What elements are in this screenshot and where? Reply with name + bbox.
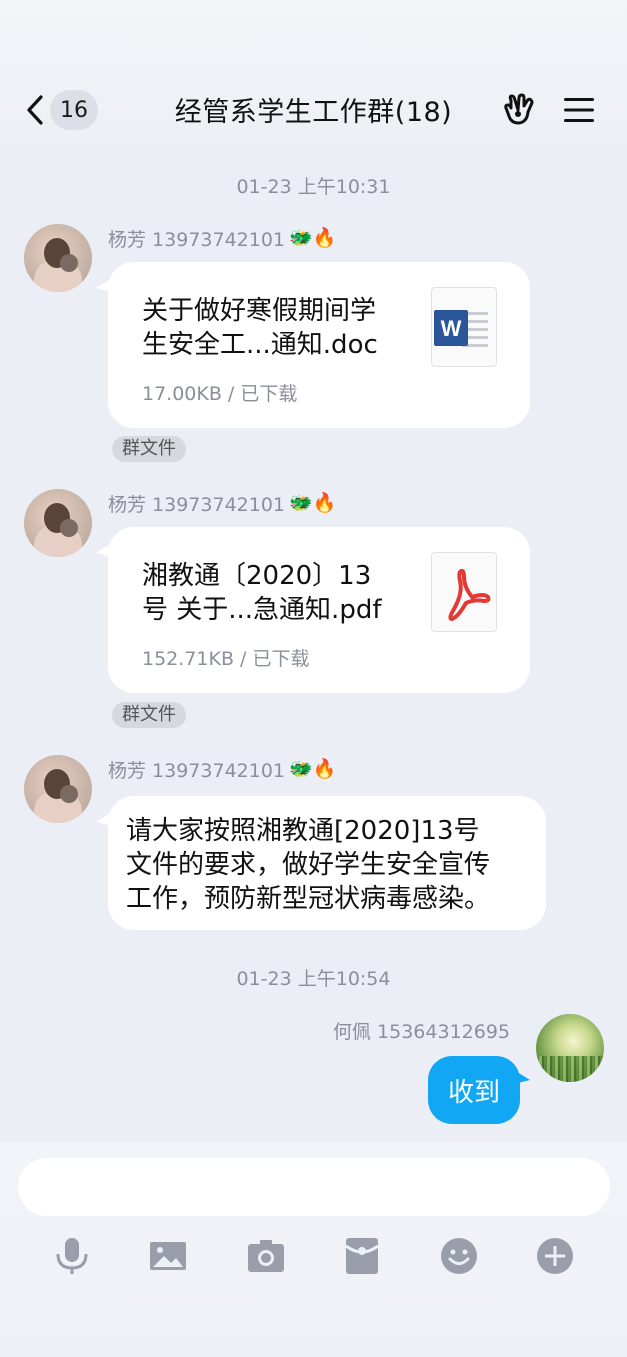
- sender-name: 杨芳 13973742101 🐲🔥: [108, 758, 337, 783]
- file-meta: 152.71KB / 已下载: [142, 648, 310, 670]
- group-file-tag: 群文件: [112, 436, 186, 462]
- chat-header: 16 经管系学生工作群(18): [0, 0, 627, 147]
- message-input[interactable]: [18, 1158, 610, 1216]
- text-message-bubble[interactable]: 请大家按照湘教通[2020]13号 文件的要求，做好学生安全宣传 工作，预防新型…: [108, 796, 546, 930]
- message-timestamp: 01-23 上午10:31: [236, 176, 391, 198]
- image-icon[interactable]: [148, 1236, 188, 1276]
- plus-icon[interactable]: [535, 1236, 575, 1276]
- microphone-icon[interactable]: [52, 1236, 92, 1276]
- sign-language-hand-icon[interactable]: [503, 92, 539, 128]
- sender-name: 杨芳 13973742101 🐲🔥: [108, 492, 337, 517]
- group-file-tag: 群文件: [112, 702, 186, 728]
- avatar[interactable]: [24, 489, 92, 557]
- message-text: 请大家按照湘教通[2020]13号 文件的要求，做好学生安全宣传 工作，预防新型…: [126, 816, 491, 914]
- red-packet-icon[interactable]: [342, 1236, 382, 1276]
- word-doc-icon: W: [431, 287, 497, 367]
- emoji-icon[interactable]: [439, 1236, 479, 1276]
- avatar[interactable]: [24, 755, 92, 823]
- member-badge-icons: 🐲🔥: [289, 758, 337, 780]
- avatar[interactable]: [24, 224, 92, 292]
- file-name: 关于做好寒假期间学 生安全工...通知.doc: [142, 296, 378, 360]
- composer-bar: [0, 1142, 627, 1357]
- avatar[interactable]: [536, 1014, 604, 1082]
- member-badge-icons: 🐲🔥: [289, 227, 337, 249]
- pdf-icon: [431, 552, 497, 632]
- file-name: 湘教通〔2020〕13 号 关于...急通知.pdf: [142, 561, 382, 625]
- menu-icon[interactable]: [562, 95, 596, 125]
- file-meta: 17.00KB / 已下载: [142, 383, 298, 405]
- sender-name: 何佩 15364312695: [333, 1021, 511, 1043]
- file-message-bubble[interactable]: 关于做好寒假期间学 生安全工...通知.doc 17.00KB / 已下载 W: [108, 262, 530, 428]
- file-message-bubble[interactable]: 湘教通〔2020〕13 号 关于...急通知.pdf 152.71KB / 已下…: [108, 527, 530, 693]
- sender-name: 杨芳 13973742101 🐲🔥: [108, 227, 337, 252]
- member-badge-icons: 🐲🔥: [289, 492, 337, 514]
- my-message-bubble[interactable]: 收到: [428, 1056, 520, 1124]
- svg-text:W: W: [441, 316, 462, 341]
- camera-icon[interactable]: [246, 1236, 286, 1276]
- message-timestamp: 01-23 上午10:54: [236, 968, 391, 990]
